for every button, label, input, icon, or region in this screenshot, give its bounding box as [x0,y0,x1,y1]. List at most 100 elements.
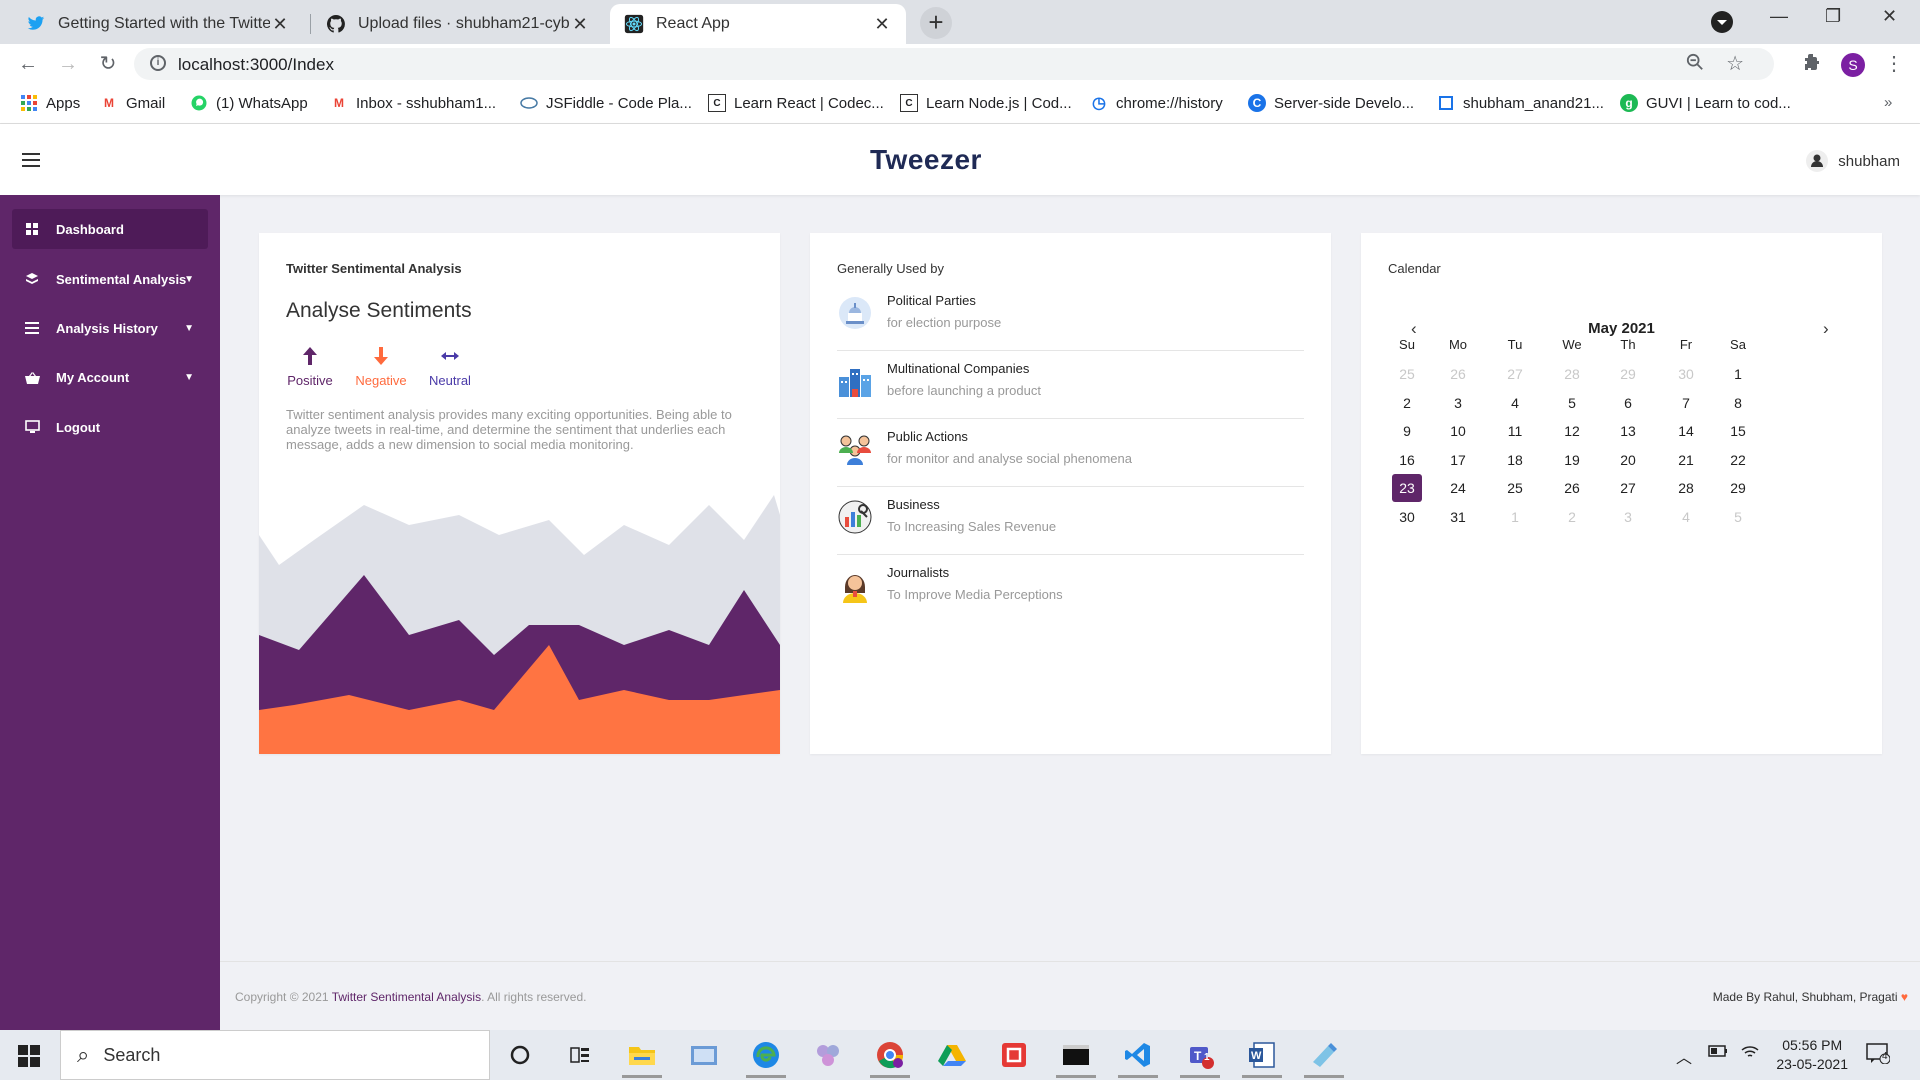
tab-twitter-docs[interactable]: Getting Started with the Twitter A ✕ [12,4,304,44]
calendar-day[interactable]: 15 [1723,417,1753,445]
sidebar-item-dashboard[interactable]: Dashboard [12,209,208,249]
calendar-day[interactable]: 6 [1613,389,1643,417]
calendar-day[interactable]: 21 [1671,446,1701,474]
calendar-day[interactable]: 27 [1613,474,1643,502]
cluster-app-icon[interactable] [812,1040,844,1070]
battery-icon[interactable] [1708,1044,1728,1063]
bookmark-jsfiddle[interactable]: JSFiddle - Code Pla... [520,94,692,112]
show-hidden-icons[interactable]: ︿ [1676,1044,1692,1068]
calendar-day[interactable]: 26 [1557,474,1587,502]
calendar-day[interactable]: 8 [1723,389,1753,417]
calendar-day[interactable]: 28 [1671,474,1701,502]
calendar-day[interactable]: 26 [1443,360,1473,388]
calendar-next-button[interactable]: › [1823,319,1829,339]
bookmark-shubham[interactable]: shubham_anand21... [1437,94,1604,112]
bookmark-learn-react[interactable]: C Learn React | Codec... [708,94,884,112]
calendar-day[interactable]: 20 [1613,446,1643,474]
calendar-day[interactable]: 30 [1671,360,1701,388]
notifications-icon[interactable]: 4 [1866,1042,1891,1069]
bookmark-guvi[interactable]: g GUVI | Learn to cod... [1620,94,1791,112]
calendar-day[interactable]: 3 [1613,503,1643,531]
bookmark-star-icon[interactable]: ☆ [1726,51,1744,76]
system-clock[interactable]: 05:56 PM 23-05-2021 [1776,1036,1848,1074]
site-info-icon[interactable]: i [150,55,166,71]
zoom-icon[interactable] [1686,53,1704,76]
calendar-day[interactable]: 27 [1500,360,1530,388]
wifi-icon[interactable] [1740,1044,1760,1065]
restore-icon[interactable]: ❐ [1825,6,1841,27]
calendar-day[interactable]: 25 [1392,360,1422,388]
calendar-day[interactable]: 28 [1557,360,1587,388]
vscode-icon[interactable] [1118,1040,1158,1078]
calendar-day[interactable]: 3 [1443,389,1473,417]
reload-icon[interactable]: ↻ [96,52,120,76]
edge-icon[interactable] [746,1040,786,1078]
calendar-day[interactable]: 30 [1392,503,1422,531]
calendar-day[interactable]: 12 [1557,417,1587,445]
more-bookmarks-icon[interactable]: » [1884,94,1892,111]
calendar-day[interactable]: 7 [1671,389,1701,417]
calendar-day[interactable]: 5 [1557,389,1587,417]
sidebar-item-my-account[interactable]: My Account ▼ [12,357,208,397]
sidebar-item-sentimental-analysis[interactable]: Sentimental Analysis ▼ [12,259,208,299]
calendar-day[interactable]: 4 [1500,389,1530,417]
tab-github-upload[interactable]: Upload files · shubham21-cyber/ ✕ [312,4,604,44]
calendar-day[interactable]: 23 [1392,474,1422,503]
windows-start-icon[interactable] [18,1045,40,1067]
calendar-day[interactable]: 22 [1723,446,1753,474]
file-explorer-icon[interactable] [622,1040,662,1078]
bookmark-gmail[interactable]: M Gmail [100,94,165,112]
calendar-day[interactable]: 13 [1613,417,1643,445]
footer-link[interactable]: Twitter Sentimental Analysis [332,990,481,1004]
address-bar[interactable]: i localhost:3000/Index ☆ [134,48,1774,80]
profile-avatar[interactable]: S [1841,53,1865,77]
calendar-day[interactable]: 29 [1613,360,1643,388]
close-tab-icon[interactable]: ✕ [570,14,590,35]
calendar-day[interactable]: 14 [1671,417,1701,445]
window-close-icon[interactable]: ✕ [1882,6,1897,27]
calendar-day[interactable]: 9 [1392,417,1422,445]
close-tab-icon[interactable]: ✕ [872,14,892,35]
terminal-icon[interactable] [1056,1040,1096,1078]
calendar-day[interactable]: 2 [1392,389,1422,417]
calendar-day[interactable]: 1 [1723,360,1753,388]
calendar-day[interactable]: 1 [1500,503,1530,531]
bookmark-inbox[interactable]: M Inbox - sshubham1... [330,94,496,112]
close-tab-icon[interactable]: ✕ [270,14,290,35]
minimize-icon[interactable]: — [1770,6,1788,27]
sidebar-item-analysis-history[interactable]: Analysis History ▼ [12,308,208,348]
new-tab-button[interactable]: + [920,7,952,39]
calendar-day[interactable]: 16 [1392,446,1422,474]
calendar-day[interactable]: 2 [1557,503,1587,531]
bookmark-learn-node[interactable]: C Learn Node.js | Cod... [900,94,1072,112]
calculator-app-icon[interactable] [688,1040,720,1070]
chrome-icon[interactable] [870,1040,910,1078]
browser-menu-icon[interactable]: ⋮ [1882,52,1906,76]
bookmark-apps[interactable]: Apps [20,94,80,112]
bookmark-server-side[interactable]: C Server-side Develo... [1248,94,1414,112]
task-view-icon[interactable] [564,1040,596,1070]
google-drive-icon[interactable] [936,1040,968,1070]
user-menu[interactable]: shubham [1806,150,1900,172]
calendar-day[interactable]: 4 [1671,503,1701,531]
cortana-icon[interactable] [504,1040,536,1070]
calendar-day[interactable]: 18 [1500,446,1530,474]
calendar-day[interactable]: 19 [1557,446,1587,474]
calendar-day[interactable]: 24 [1443,474,1473,502]
red-app-icon[interactable] [998,1040,1030,1070]
back-icon[interactable]: ← [16,52,40,76]
calendar-day[interactable]: 29 [1723,474,1753,502]
teams-icon[interactable]: T1 [1180,1040,1220,1078]
tab-search-icon[interactable] [1710,10,1734,39]
extensions-icon[interactable] [1800,52,1824,76]
paint-icon[interactable] [1304,1040,1344,1078]
taskbar-search[interactable]: ⌕ Search [60,1030,490,1080]
tab-react-app[interactable]: React App ✕ [610,4,906,44]
calendar-day[interactable]: 11 [1500,417,1530,445]
calendar-day[interactable]: 25 [1500,474,1530,502]
calendar-day[interactable]: 10 [1443,417,1473,445]
calendar-day[interactable]: 31 [1443,503,1473,531]
calendar-day[interactable]: 5 [1723,503,1753,531]
sidebar-item-logout[interactable]: Logout [12,407,208,447]
word-icon[interactable]: W [1242,1040,1282,1078]
